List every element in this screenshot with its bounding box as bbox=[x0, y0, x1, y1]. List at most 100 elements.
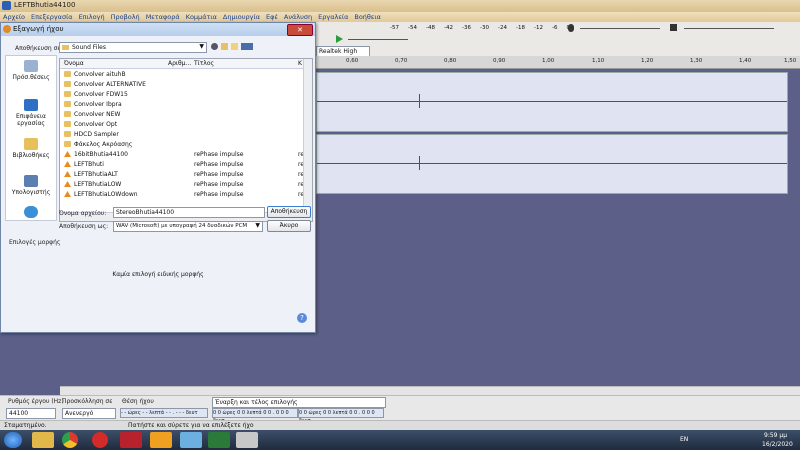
folder-row[interactable]: Convolver ALTERNATIVE bbox=[62, 80, 302, 90]
folder-row[interactable]: HDCD Sampler bbox=[62, 130, 302, 140]
close-icon[interactable]: ✕ bbox=[287, 24, 313, 36]
menu-tools[interactable]: Εργαλεία bbox=[318, 13, 348, 21]
dice-app-icon[interactable] bbox=[120, 432, 142, 448]
column-number[interactable]: Αριθμ... bbox=[168, 60, 191, 67]
view-menu-icon[interactable] bbox=[241, 43, 253, 50]
audio-track-left[interactable] bbox=[316, 72, 788, 132]
folder-row[interactable]: Convolver NEW bbox=[62, 110, 302, 120]
ruler-tick: 0,70 bbox=[395, 58, 408, 64]
folder-row[interactable]: Φάκελος Ακρόασης bbox=[62, 140, 302, 150]
save-as-type-label: Αποθήκευση ως: bbox=[59, 223, 109, 230]
menu-help[interactable]: Βοήθεια bbox=[354, 13, 381, 21]
up-folder-icon[interactable] bbox=[221, 43, 228, 50]
file-row[interactable]: LEFTBhutiaLOW rePhase impulse re bbox=[62, 180, 304, 190]
new-folder-icon[interactable] bbox=[231, 43, 238, 50]
place-label: Βιβλιοθήκες bbox=[12, 152, 50, 159]
notes-app-icon[interactable] bbox=[180, 432, 202, 448]
save-button[interactable]: Αποθήκευση bbox=[267, 206, 311, 218]
folder-icon bbox=[64, 71, 71, 77]
desktop-icon bbox=[24, 99, 38, 111]
folder-icon bbox=[64, 141, 71, 147]
file-row[interactable]: 16bitBhutia44100 rePhase impulse re bbox=[62, 150, 304, 160]
menu-transport[interactable]: Μεταφορά bbox=[146, 13, 180, 21]
audacity-icon[interactable] bbox=[150, 432, 172, 448]
column-name[interactable]: Όνομα bbox=[64, 60, 84, 67]
place-desktop[interactable]: Επιφάνεια εργασίας bbox=[6, 99, 56, 127]
place-recent[interactable]: Πρόσ.θέσεις bbox=[6, 60, 56, 81]
file-title: rePhase impulse bbox=[194, 161, 244, 168]
ruler-tick: 1,40 bbox=[739, 58, 752, 64]
menu-tracks[interactable]: Κομμάτια bbox=[186, 13, 217, 21]
chrome-icon[interactable] bbox=[62, 432, 78, 448]
file-row[interactable]: LEFTBhutiaALT rePhase impulse re bbox=[62, 170, 304, 180]
selection-start-field[interactable]: 0 0 ώρες 0 0 λεπτά 0 0 . 0 0 0 δευτ bbox=[212, 408, 298, 424]
opera-icon[interactable] bbox=[92, 432, 108, 448]
place-libraries[interactable]: Βιβλιοθήκες bbox=[6, 138, 56, 159]
menu-file[interactable]: Αρχείο bbox=[3, 13, 25, 21]
column-extra[interactable]: K bbox=[298, 60, 302, 67]
meter-tick: -24 bbox=[498, 25, 507, 31]
save-as-type-select[interactable]: WAV (Microsoft) με υπογραφή 24 δυαδικών … bbox=[113, 221, 263, 232]
track-area-hscrollbar[interactable] bbox=[60, 386, 800, 395]
file-row[interactable]: LEFTBhuti rePhase impulse re bbox=[62, 160, 304, 170]
folder-row[interactable]: Convolver FDW15 bbox=[62, 90, 302, 100]
start-button[interactable] bbox=[4, 432, 22, 448]
file-row[interactable]: LEFTBhutiaLOWdown rePhase impulse re bbox=[62, 190, 304, 200]
file-title: rePhase impulse bbox=[194, 151, 244, 158]
help-icon[interactable]: ? bbox=[297, 313, 307, 323]
cancel-button[interactable]: Άκυρο bbox=[267, 220, 311, 232]
back-icon[interactable] bbox=[211, 43, 218, 50]
paint-app-icon[interactable] bbox=[236, 432, 258, 448]
column-title[interactable]: Τίτλος bbox=[194, 60, 214, 67]
app-icon bbox=[2, 1, 11, 10]
speaker-icon[interactable] bbox=[670, 24, 677, 31]
folder-row[interactable]: Convolver aituhB bbox=[62, 70, 302, 80]
selection-mode-select[interactable]: Έναρξη και τέλος επιλογής bbox=[212, 397, 386, 408]
rew-icon[interactable] bbox=[208, 432, 230, 448]
menu-effect[interactable]: Εφέ bbox=[266, 13, 278, 21]
save-in-select[interactable]: Sound Files ▼ bbox=[59, 42, 207, 53]
language-indicator[interactable]: EN bbox=[680, 436, 688, 443]
selection-end-field[interactable]: 0 0 ώρες 0 0 λεπτά 0 0 . 0 0 0 δευτ bbox=[298, 408, 384, 424]
file-name: LEFTBhuti bbox=[74, 161, 104, 168]
ruler-tick: 0,60 bbox=[346, 58, 359, 64]
file-explorer-icon[interactable] bbox=[32, 432, 54, 448]
clock-time[interactable]: 9:59 μμ bbox=[764, 432, 787, 439]
folder-row[interactable]: Convolver Opt bbox=[62, 120, 302, 130]
audio-track-right[interactable] bbox=[316, 134, 788, 194]
play-at-speed-icon[interactable] bbox=[336, 35, 343, 43]
chevron-down-icon: ▼ bbox=[255, 222, 260, 229]
meter-tick: -48 bbox=[426, 25, 435, 31]
menu-generate[interactable]: Δημιουργία bbox=[223, 13, 260, 21]
snap-to-select[interactable]: Ανενεργό bbox=[62, 408, 116, 419]
file-name: Convolver Opt bbox=[74, 121, 118, 128]
ruler-tick: 0,80 bbox=[444, 58, 457, 64]
menu-select[interactable]: Επιλογή bbox=[79, 13, 105, 21]
place-network[interactable] bbox=[6, 206, 56, 220]
dialog-title: Εξαγωγή ήχου bbox=[13, 25, 64, 33]
menu-analyze[interactable]: Ανάλυση bbox=[284, 13, 312, 21]
audio-position-field[interactable]: - - ώρες - - λεπτά - - . - - - δευτ bbox=[120, 408, 208, 418]
place-computer[interactable]: Υπολογιστής bbox=[6, 175, 56, 196]
libraries-icon bbox=[24, 138, 38, 150]
clock-date[interactable]: 16/2/2020 bbox=[762, 441, 793, 448]
save-as-type-value: WAV (Microsoft) με υπογραφή 24 δυαδικών … bbox=[116, 223, 248, 229]
microphone-icon[interactable] bbox=[568, 24, 574, 32]
save-in-label: Αποθήκευση σε: bbox=[15, 45, 63, 52]
menu-edit[interactable]: Επεξεργασία bbox=[31, 13, 73, 21]
project-rate-select[interactable]: 44100 bbox=[6, 408, 56, 419]
snap-to-label: Προσκόλληση σε bbox=[62, 398, 113, 405]
audio-file-icon bbox=[64, 181, 71, 187]
recent-places-icon bbox=[24, 60, 38, 72]
folder-row[interactable]: Convolver Ibpra bbox=[62, 100, 302, 110]
recording-volume-slider[interactable] bbox=[580, 28, 660, 29]
playback-volume-slider[interactable] bbox=[684, 28, 774, 29]
meter-tick: -42 bbox=[444, 25, 453, 31]
file-list-vscrollbar[interactable] bbox=[303, 59, 312, 221]
ruler-tick: 1,10 bbox=[592, 58, 605, 64]
menu-view[interactable]: Προβολή bbox=[111, 13, 140, 21]
play-speed-slider[interactable] bbox=[348, 39, 408, 40]
filename-input[interactable]: StereoBhutia44100 bbox=[113, 207, 265, 218]
timeline-ruler[interactable]: 0,60 0,70 0,80 0,90 1,00 1,10 1,20 1,30 … bbox=[316, 56, 800, 69]
window-title: LEFTBhutia44100 bbox=[14, 1, 76, 9]
